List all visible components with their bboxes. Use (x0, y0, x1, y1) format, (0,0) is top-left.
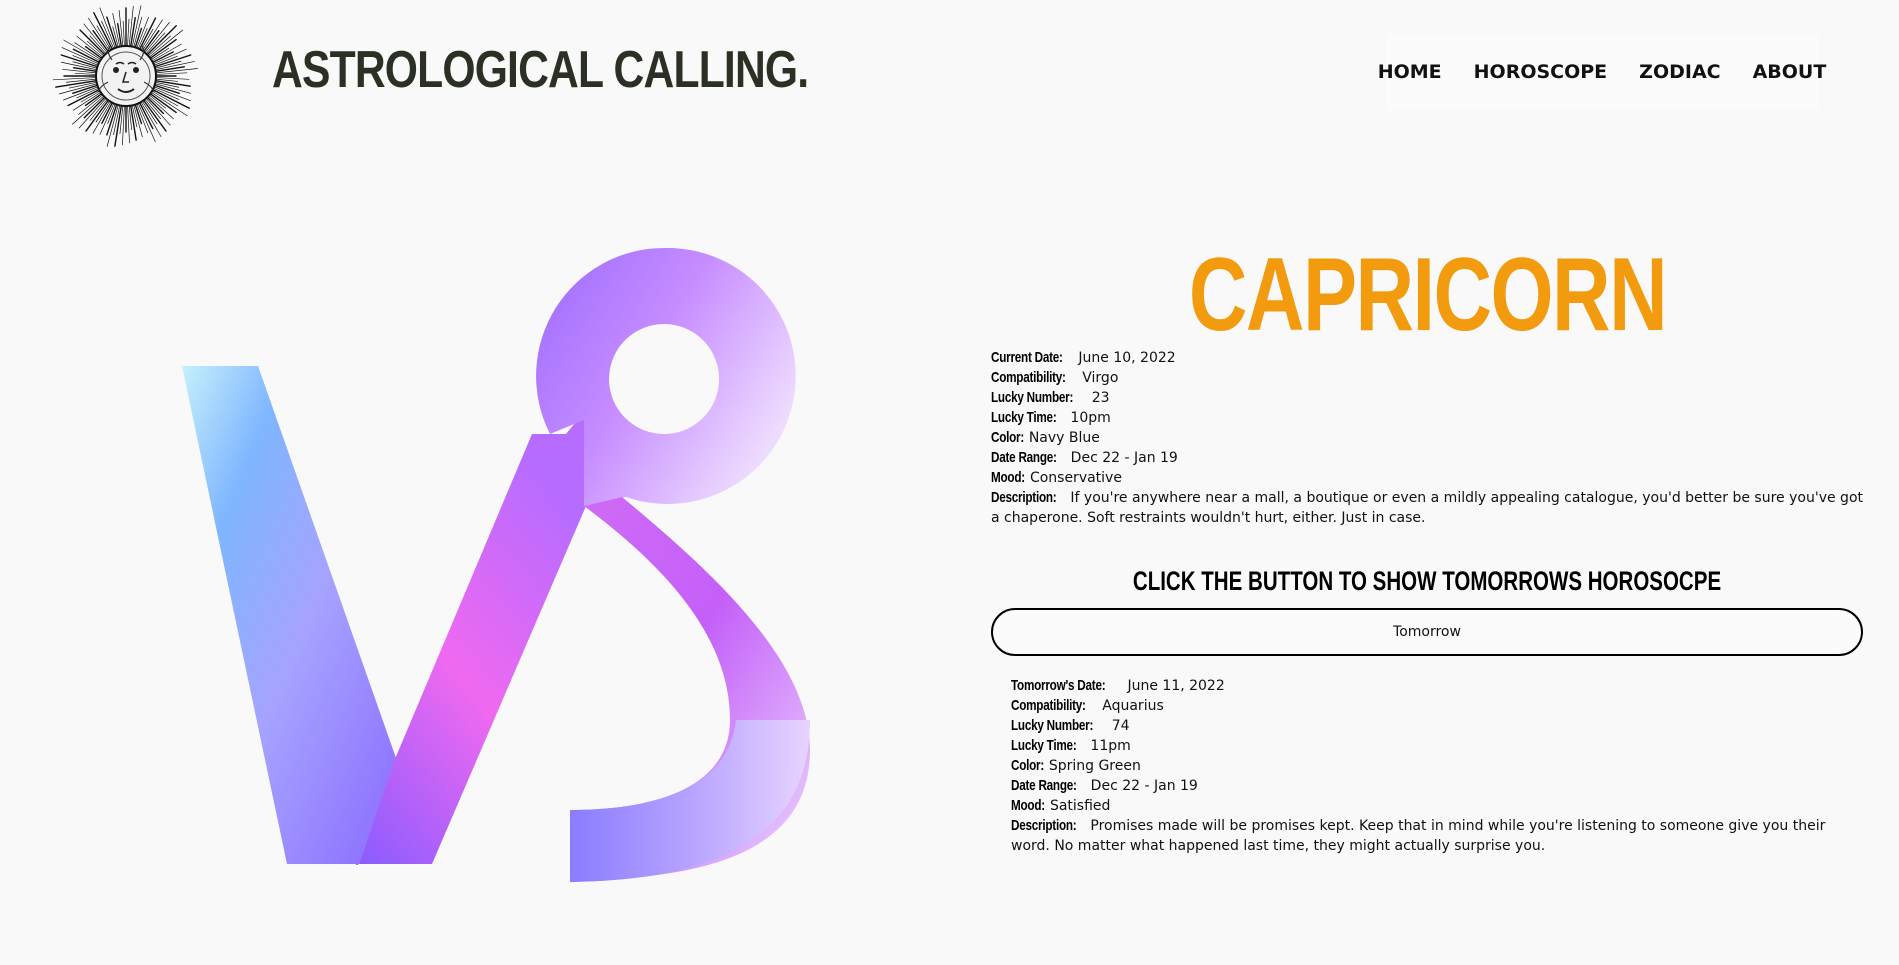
lucky-time-value: 10pm (1070, 410, 1111, 426)
mood-value: Conservative (1029, 470, 1122, 486)
description-row: Description: If you're anywhere near a m… (991, 488, 1863, 528)
current-date-value: June 10, 2022 (1078, 350, 1176, 366)
tomorrow-date-label: Tomorrow's Date: (1011, 677, 1106, 694)
capricorn-symbol-icon (170, 240, 830, 890)
tomorrow-mood-label: Mood: (1011, 797, 1045, 814)
tomorrow-lucky-number-value: 74 (1111, 718, 1130, 734)
tomorrow-color-value: Spring Green (1048, 758, 1141, 774)
tomorrow-date-range-row: Date Range: Dec 22 - Jan 19 (1011, 776, 1845, 796)
tomorrow-compatibility-label: Compatibility: (1011, 697, 1086, 714)
compatibility-label: Compatibility: (991, 369, 1066, 386)
current-date-label: Current Date: (991, 349, 1063, 366)
tomorrow-cta-text: CLICK THE BUTTON TO SHOW TOMORROWS HOROS… (1132, 566, 1722, 596)
tomorrow-color-label: Color: (1011, 757, 1045, 774)
lucky-time-row: Lucky Time: 10pm (991, 408, 1863, 428)
compatibility-value: Virgo (1082, 370, 1119, 386)
mood-row: Mood: Conservative (991, 468, 1863, 488)
tomorrow-lucky-number-row: Lucky Number: 74 (1011, 716, 1845, 736)
sun-face-icon[interactable] (52, 2, 200, 150)
today-horoscope: Current Date: June 10, 2022 Compatibilit… (991, 348, 1863, 528)
color-value: Navy Blue (1028, 430, 1100, 446)
tomorrow-description-row: Description: Promises made will be promi… (1011, 816, 1845, 856)
sign-title: CAPRICORN (1188, 237, 1668, 353)
lucky-number-value: 23 (1091, 390, 1110, 406)
lucky-time-label: Lucky Time: (991, 409, 1057, 426)
tomorrow-color-row: Color: Spring Green (1011, 756, 1845, 776)
lucky-number-label: Lucky Number: (991, 389, 1074, 406)
tomorrow-lucky-time-value: 11pm (1090, 738, 1131, 754)
date-range-label: Date Range: (991, 449, 1057, 466)
tomorrow-lucky-time-row: Lucky Time: 11pm (1011, 736, 1845, 756)
description-label: Description: (991, 489, 1057, 506)
tomorrow-description-label: Description: (1011, 817, 1077, 834)
tomorrow-horoscope: Tomorrow's Date: June 11, 2022 Compatibi… (1011, 676, 1845, 856)
tomorrow-cta-heading: CLICK THE BUTTON TO SHOW TOMORROWS HOROS… (991, 566, 1863, 597)
color-row: Color: Navy Blue (991, 428, 1863, 448)
tomorrow-compatibility-value: Aquarius (1102, 698, 1164, 714)
tomorrow-mood-row: Mood: Satisfied (1011, 796, 1845, 816)
color-label: Color: (991, 429, 1025, 446)
tomorrow-date-range-value: Dec 22 - Jan 19 (1090, 778, 1198, 794)
tomorrow-button[interactable]: Tomorrow (991, 608, 1863, 656)
date-range-row: Date Range: Dec 22 - Jan 19 (991, 448, 1863, 468)
tomorrow-lucky-time-label: Lucky Time: (1011, 737, 1077, 754)
tomorrow-compatibility-row: Compatibility: Aquarius (1011, 696, 1845, 716)
lucky-number-row: Lucky Number: 23 (991, 388, 1863, 408)
mood-label: Mood: (991, 469, 1025, 486)
nav-home[interactable]: HOME (1378, 61, 1442, 83)
current-date-row: Current Date: June 10, 2022 (991, 348, 1863, 368)
tomorrow-mood-value: Satisfied (1049, 798, 1111, 814)
site-header: ASTROLOGICAL CALLING. HOME HOROSCOPE ZOD… (0, 0, 1899, 150)
tomorrow-lucky-number-label: Lucky Number: (1011, 717, 1094, 734)
date-range-value: Dec 22 - Jan 19 (1070, 450, 1178, 466)
nav-zodiac[interactable]: ZODIAC (1639, 61, 1720, 83)
compatibility-row: Compatibility: Virgo (991, 368, 1863, 388)
tomorrow-description-value: Promises made will be promises kept. Kee… (1011, 818, 1826, 854)
description-value: If you're anywhere near a mall, a boutiq… (991, 490, 1863, 526)
tomorrow-date-value: June 11, 2022 (1127, 678, 1225, 694)
main-nav: HOME HOROSCOPE ZODIAC ABOUT (1378, 34, 1826, 110)
tomorrow-date-range-label: Date Range: (1011, 777, 1077, 794)
nav-horoscope[interactable]: HOROSCOPE (1474, 61, 1608, 83)
tomorrow-date-row: Tomorrow's Date: June 11, 2022 (1011, 676, 1845, 696)
site-title[interactable]: ASTROLOGICAL CALLING. (272, 38, 809, 102)
nav-about[interactable]: ABOUT (1753, 61, 1827, 83)
